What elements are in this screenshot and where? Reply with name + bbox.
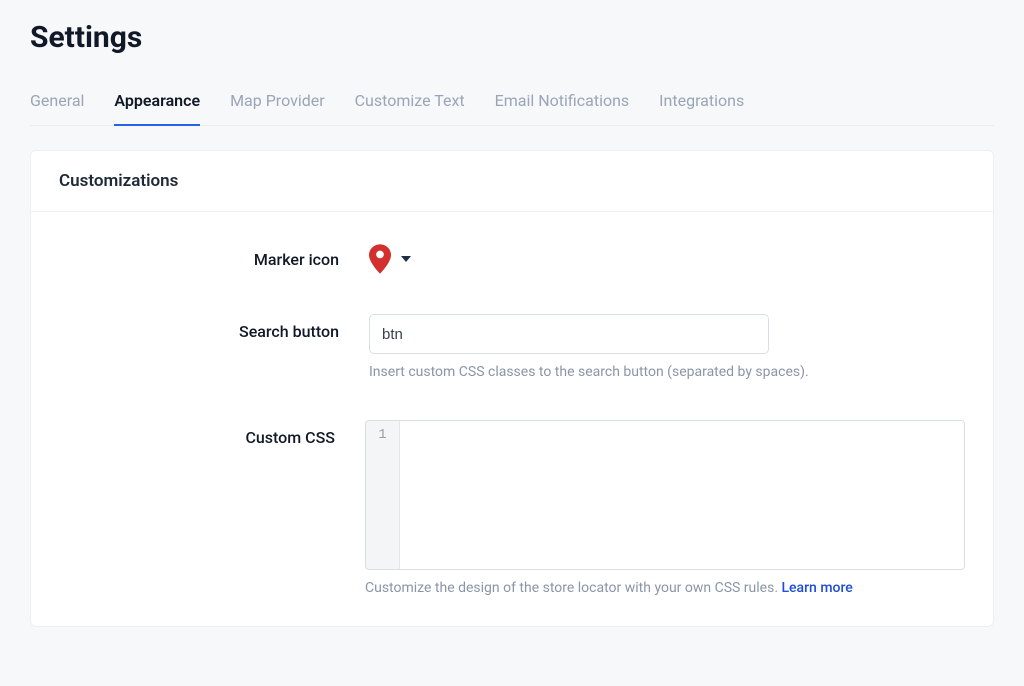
panel-title: Customizations (31, 151, 993, 212)
tab-appearance[interactable]: Appearance (114, 83, 200, 126)
search-button-helper: Insert custom CSS classes to the search … (369, 364, 965, 380)
search-button-row: Search button Insert custom CSS classes … (59, 314, 965, 380)
caret-down-icon (401, 256, 411, 262)
tab-map-provider[interactable]: Map Provider (230, 83, 325, 126)
tab-customize-text[interactable]: Customize Text (355, 83, 465, 126)
customizations-panel: Customizations Marker icon Search button (30, 150, 994, 627)
custom-css-helper: Customize the design of the store locato… (365, 580, 965, 596)
tab-general[interactable]: General (30, 83, 84, 126)
custom-css-editor[interactable]: 1 (365, 420, 965, 570)
map-pin-icon (369, 244, 391, 274)
custom-css-helper-text: Customize the design of the store locato… (365, 580, 781, 596)
tab-integrations[interactable]: Integrations (659, 83, 744, 126)
custom-css-textarea[interactable] (400, 421, 964, 569)
custom-css-label: Custom CSS (59, 420, 365, 447)
learn-more-link[interactable]: Learn more (781, 580, 852, 596)
code-line-number: 1 (366, 421, 400, 569)
marker-icon-dropdown[interactable] (369, 242, 965, 274)
marker-icon-row: Marker icon (59, 242, 965, 274)
page-title: Settings (30, 20, 994, 55)
settings-tabs: General Appearance Map Provider Customiz… (30, 83, 994, 126)
marker-icon-label: Marker icon (59, 242, 369, 269)
search-button-label: Search button (59, 314, 369, 341)
custom-css-row: Custom CSS 1 Customize the design of the… (59, 420, 965, 596)
search-button-input[interactable] (369, 314, 769, 354)
tab-email-notifications[interactable]: Email Notifications (495, 83, 630, 126)
